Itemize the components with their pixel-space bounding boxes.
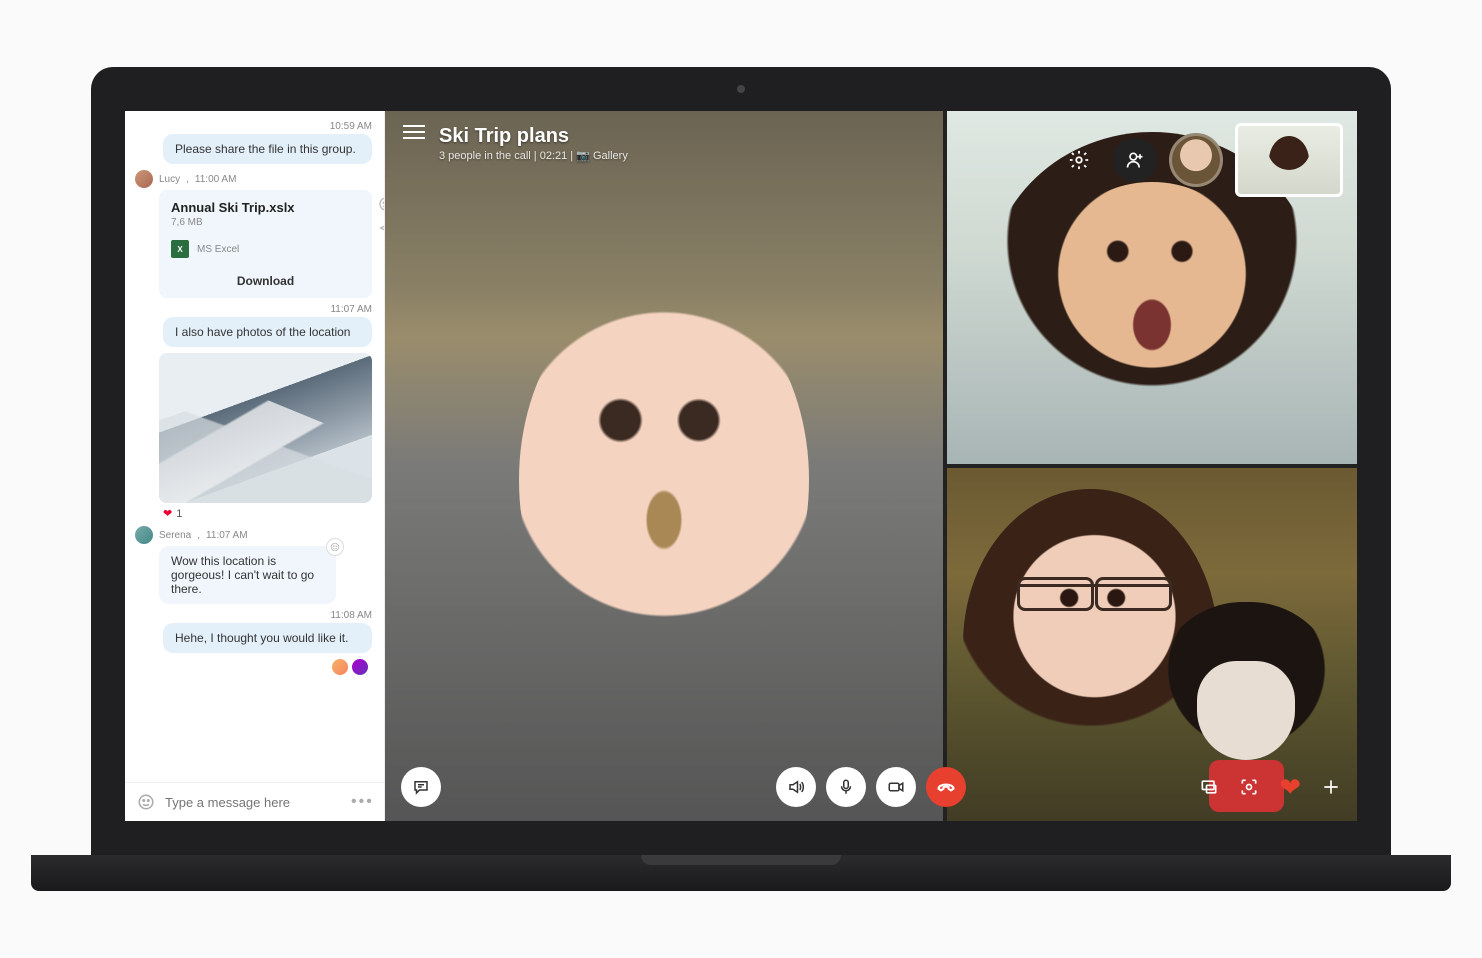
video-grid: Ski Trip plans 3 people in the call | 02… (385, 111, 1357, 821)
file-attachment[interactable]: Annual Ski Trip.xslx 7,6 MB X MS Excel D… (159, 190, 372, 298)
app-window: 10:59 AM Please share the file in this g… (125, 111, 1357, 821)
more-icon[interactable]: ••• (351, 793, 374, 811)
self-view[interactable] (1235, 123, 1343, 197)
file-app: MS Excel (197, 244, 239, 255)
open-chat-button[interactable] (401, 767, 441, 807)
author-name: Serena (159, 530, 191, 541)
laptop-base (31, 855, 1451, 891)
chat-sidebar: 10:59 AM Please share the file in this g… (125, 111, 385, 821)
reaction-bar[interactable]: ❤ 1 (163, 507, 376, 520)
screen-bezel: 10:59 AM Please share the file in this g… (91, 67, 1391, 855)
message-input[interactable] (165, 795, 341, 810)
timestamp: 11:07 AM (133, 304, 372, 315)
call-subtitle: 3 people in the call | 02:21 | 📷 Gallery (439, 149, 628, 162)
message-header: Lucy, 11:00 AM (135, 170, 376, 188)
heart-icon: ❤ (163, 507, 172, 520)
forward-icon[interactable] (378, 220, 384, 236)
message-text: Wow this location is gorgeous! I can't w… (171, 554, 314, 596)
message-time: 11:00 AM (195, 174, 237, 185)
chat-scroll[interactable]: 10:59 AM Please share the file in this g… (125, 117, 384, 782)
avatar (135, 170, 153, 188)
call-controls: ❤ (385, 767, 1357, 807)
heart-icon[interactable]: ❤ (1279, 772, 1301, 803)
call-title: Ski Trip plans (439, 125, 628, 147)
image-attachment[interactable] (159, 353, 372, 503)
call-header: Ski Trip plans 3 people in the call | 02… (385, 111, 1357, 176)
share-screen-icon[interactable] (1199, 777, 1219, 797)
reaction-count: 1 (176, 508, 182, 520)
download-button[interactable]: Download (171, 268, 360, 288)
timestamp: 11:08 AM (133, 610, 372, 621)
menu-icon[interactable] (403, 125, 425, 139)
hangup-button[interactable] (926, 767, 966, 807)
reaction-avatars[interactable] (133, 659, 368, 675)
snapshot-icon[interactable] (1239, 777, 1259, 797)
file-size: 7,6 MB (171, 217, 360, 228)
speaker-button[interactable] (776, 767, 816, 807)
react-icon[interactable] (378, 196, 384, 212)
incoming-message[interactable]: Wow this location is gorgeous! I can't w… (159, 546, 336, 604)
outgoing-message[interactable]: Hehe, I thought you would like it. (163, 623, 372, 653)
file-name: Annual Ski Trip.xslx (171, 200, 360, 215)
emoji-icon[interactable] (137, 793, 155, 811)
add-person-icon[interactable] (1113, 138, 1157, 182)
author-name: Lucy (159, 174, 180, 185)
excel-icon: X (171, 240, 189, 258)
timestamp: 10:59 AM (133, 121, 372, 132)
video-tile-main[interactable] (385, 111, 943, 821)
outgoing-message[interactable]: I also have photos of the location (163, 317, 372, 347)
react-icon[interactable] (326, 538, 344, 556)
avatar (135, 526, 153, 544)
participant-thumb[interactable] (1169, 133, 1223, 187)
laptop-frame: 10:59 AM Please share the file in this g… (91, 67, 1391, 891)
message-time: 11:07 AM (206, 530, 248, 541)
mic-button[interactable] (826, 767, 866, 807)
webcam-dot (737, 85, 745, 93)
gear-icon[interactable] (1057, 138, 1101, 182)
plus-icon[interactable] (1321, 777, 1341, 797)
camera-button[interactable] (876, 767, 916, 807)
compose-bar: ••• (125, 782, 384, 821)
header-right (1057, 123, 1343, 197)
outgoing-message[interactable]: Please share the file in this group. (163, 134, 372, 164)
